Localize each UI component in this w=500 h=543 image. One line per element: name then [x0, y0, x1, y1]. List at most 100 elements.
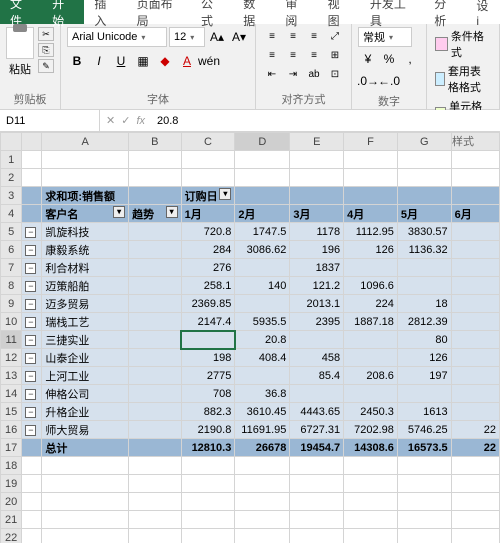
cell[interactable]: 2147.4: [181, 313, 235, 331]
spreadsheet-grid[interactable]: ABCDEFG123求和项:销售额订购日▾4客户名▾趋势▾1月2月3月4月5月6…: [0, 132, 500, 543]
cell[interactable]: 3830.57: [397, 223, 451, 241]
cell[interactable]: 升格企业: [42, 403, 129, 421]
cell[interactable]: [451, 385, 499, 403]
merge-button[interactable]: ⊞: [325, 46, 345, 64]
cell[interactable]: [451, 493, 499, 511]
increase-font-button[interactable]: A▴: [207, 27, 227, 47]
cell[interactable]: [42, 529, 129, 543]
cell[interactable]: [397, 259, 451, 277]
cell[interactable]: 12810.3: [181, 439, 235, 457]
cell[interactable]: [451, 223, 499, 241]
cell[interactable]: [181, 151, 235, 169]
cell[interactable]: 伸格公司: [42, 385, 129, 403]
cell[interactable]: [129, 493, 181, 511]
collapse-icon[interactable]: −: [25, 245, 36, 256]
cell[interactable]: 4月: [344, 205, 398, 223]
cancel-icon[interactable]: ✕: [106, 114, 115, 127]
cell[interactable]: [181, 475, 235, 493]
percent-button[interactable]: %: [379, 49, 399, 69]
cell[interactable]: 126: [344, 241, 398, 259]
row-header-6[interactable]: 6: [1, 241, 22, 259]
outline-header[interactable]: [22, 133, 42, 151]
cell[interactable]: 197: [397, 367, 451, 385]
collapse-icon[interactable]: −: [25, 353, 36, 364]
outline-cell[interactable]: [22, 529, 42, 543]
cell[interactable]: 2395: [290, 313, 344, 331]
cell[interactable]: 19454.7: [290, 439, 344, 457]
cell[interactable]: [129, 295, 181, 313]
cell[interactable]: [181, 169, 235, 187]
merge-center-button[interactable]: ⊡: [325, 65, 345, 83]
border-button[interactable]: ▦: [133, 51, 153, 71]
cell[interactable]: 208.6: [344, 367, 398, 385]
row-header-21[interactable]: 21: [1, 511, 22, 529]
outline-cell[interactable]: [22, 205, 42, 223]
row-header-9[interactable]: 9: [1, 295, 22, 313]
cell[interactable]: [397, 151, 451, 169]
cell[interactable]: [290, 385, 344, 403]
cell[interactable]: [42, 475, 129, 493]
row-header-15[interactable]: 15: [1, 403, 22, 421]
cell[interactable]: 三捷实业: [42, 331, 129, 349]
cell[interactable]: 瑞栈工艺: [42, 313, 129, 331]
comma-button[interactable]: ,: [400, 49, 420, 69]
cell[interactable]: 882.3: [181, 403, 235, 421]
cell[interactable]: 20.8: [235, 331, 290, 349]
cell[interactable]: [42, 169, 129, 187]
cell[interactable]: [129, 475, 181, 493]
cell[interactable]: [344, 151, 398, 169]
cell[interactable]: 18: [397, 295, 451, 313]
cell[interactable]: [451, 277, 499, 295]
cell[interactable]: 1096.6: [344, 277, 398, 295]
cell[interactable]: [129, 169, 181, 187]
cell[interactable]: 3610.45: [235, 403, 290, 421]
decrease-font-button[interactable]: A▾: [229, 27, 249, 47]
cell[interactable]: [451, 367, 499, 385]
collapse-icon[interactable]: −: [25, 425, 36, 436]
cell[interactable]: 7202.98: [344, 421, 398, 439]
cell[interactable]: [397, 475, 451, 493]
row-header-10[interactable]: 10: [1, 313, 22, 331]
cell[interactable]: [451, 241, 499, 259]
cell[interactable]: 85.4: [290, 367, 344, 385]
cell[interactable]: 6月: [451, 205, 499, 223]
cell[interactable]: [129, 313, 181, 331]
col-header-C[interactable]: C: [181, 133, 235, 151]
cell[interactable]: [235, 151, 290, 169]
col-header-A[interactable]: A: [42, 133, 129, 151]
cell[interactable]: 迈多贸易: [42, 295, 129, 313]
cell[interactable]: [397, 169, 451, 187]
cell[interactable]: [290, 169, 344, 187]
cell[interactable]: [290, 529, 344, 543]
cell[interactable]: [42, 457, 129, 475]
outline-cell[interactable]: −: [22, 223, 42, 241]
underline-button[interactable]: U: [111, 51, 131, 71]
cell[interactable]: [235, 529, 290, 543]
cell[interactable]: 408.4: [235, 349, 290, 367]
row-header-11[interactable]: 11: [1, 331, 22, 349]
col-header-E[interactable]: E: [290, 133, 344, 151]
cell[interactable]: 利合材料: [42, 259, 129, 277]
tab-file[interactable]: 文件: [0, 0, 42, 24]
cell[interactable]: 1112.95: [344, 223, 398, 241]
name-box[interactable]: D11: [0, 110, 100, 131]
outline-cell[interactable]: [22, 457, 42, 475]
cell[interactable]: 师大贸易: [42, 421, 129, 439]
outline-cell[interactable]: −: [22, 367, 42, 385]
align-left-button[interactable]: ≡: [262, 46, 282, 64]
cell[interactable]: [451, 259, 499, 277]
cell[interactable]: 趋势▾: [129, 205, 181, 223]
row-header-14[interactable]: 14: [1, 385, 22, 403]
cell[interactable]: [42, 151, 129, 169]
col-header-F[interactable]: F: [344, 133, 398, 151]
cell[interactable]: [451, 313, 499, 331]
filter-dropdown-icon[interactable]: ▾: [113, 206, 125, 218]
font-size-combo[interactable]: 12▾: [169, 27, 205, 47]
cell[interactable]: [397, 529, 451, 543]
tab-review[interactable]: 审阅: [275, 0, 317, 24]
cell[interactable]: [290, 475, 344, 493]
cell[interactable]: [181, 511, 235, 529]
row-header-4[interactable]: 4: [1, 205, 22, 223]
row-header-1[interactable]: 1: [1, 151, 22, 169]
cell[interactable]: 2190.8: [181, 421, 235, 439]
